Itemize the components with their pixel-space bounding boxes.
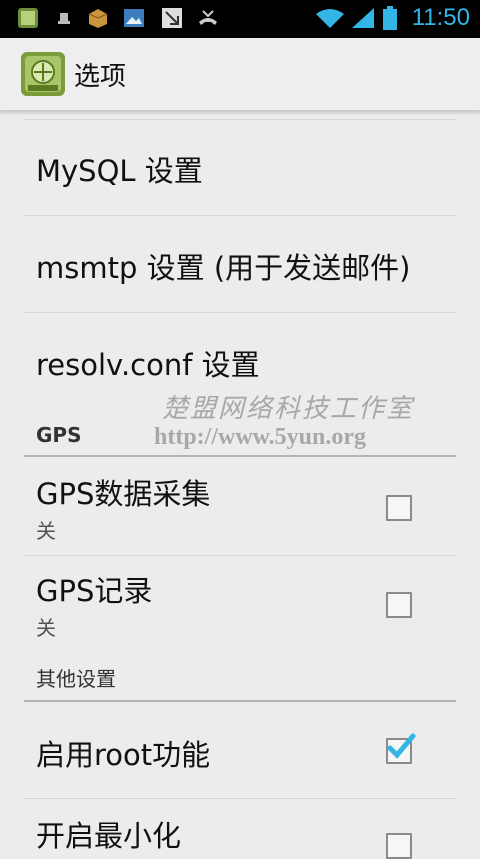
minimize-checkbox[interactable] (386, 833, 412, 859)
category-label-other: 其他设置 (36, 667, 116, 691)
list-item-title: msmtp 设置 (用于发送邮件) (36, 251, 411, 285)
package-icon (88, 9, 108, 28)
watermark-text: 楚盟网络科技工作室 (162, 394, 415, 424)
settings-app-icon[interactable] (20, 51, 66, 97)
gps-collect-checkbox[interactable] (386, 495, 412, 521)
list-item-mysql-settings[interactable]: MySQL 设置 (24, 119, 456, 216)
checkmark-icon (387, 733, 416, 759)
list-item-enable-root[interactable]: 启用root功能 (24, 702, 456, 799)
action-bar: 选项 (0, 38, 480, 111)
list-item-title: 启用root功能 (36, 738, 211, 772)
missed-call-icon (199, 10, 217, 25)
app-notification-icon (18, 8, 38, 28)
list-item-gps-record[interactable]: GPS记录 关 (24, 556, 456, 652)
usb-icon (58, 13, 70, 24)
list-item-gps-collect[interactable]: GPS数据采集 关 (24, 457, 456, 556)
category-label-gps: GPS (36, 423, 82, 447)
clock: 11:50 (411, 4, 470, 31)
signal-icon (352, 8, 374, 28)
gps-record-checkbox[interactable] (386, 592, 412, 618)
category-other: 其他设置 (24, 652, 456, 702)
list-item-title: MySQL 设置 (36, 154, 203, 188)
list-item-title: resolv.conf 设置 (36, 348, 260, 382)
list-item-minimize[interactable]: 开启最小化 (24, 799, 456, 859)
image-icon (124, 9, 144, 27)
preference-list[interactable]: MySQL 设置 msmtp 设置 (用于发送邮件) resolv.conf 设… (0, 111, 480, 859)
download-icon (162, 8, 182, 28)
list-item-summary: 关 (36, 616, 56, 640)
page-title: 选项 (74, 62, 127, 92)
list-item-msmtp-settings[interactable]: msmtp 设置 (用于发送邮件) (24, 216, 456, 313)
battery-icon (383, 6, 397, 30)
status-bar: 11:50 (0, 0, 480, 38)
list-item-title: 开启最小化 (36, 819, 182, 853)
list-item-title: GPS数据采集 (36, 477, 211, 511)
watermark-url: http://www.5yun.org (154, 424, 367, 450)
wifi-icon (316, 9, 344, 28)
list-item-summary: 关 (36, 519, 56, 543)
enable-root-checkbox[interactable] (386, 733, 416, 764)
list-item-title: GPS记录 (36, 574, 153, 608)
